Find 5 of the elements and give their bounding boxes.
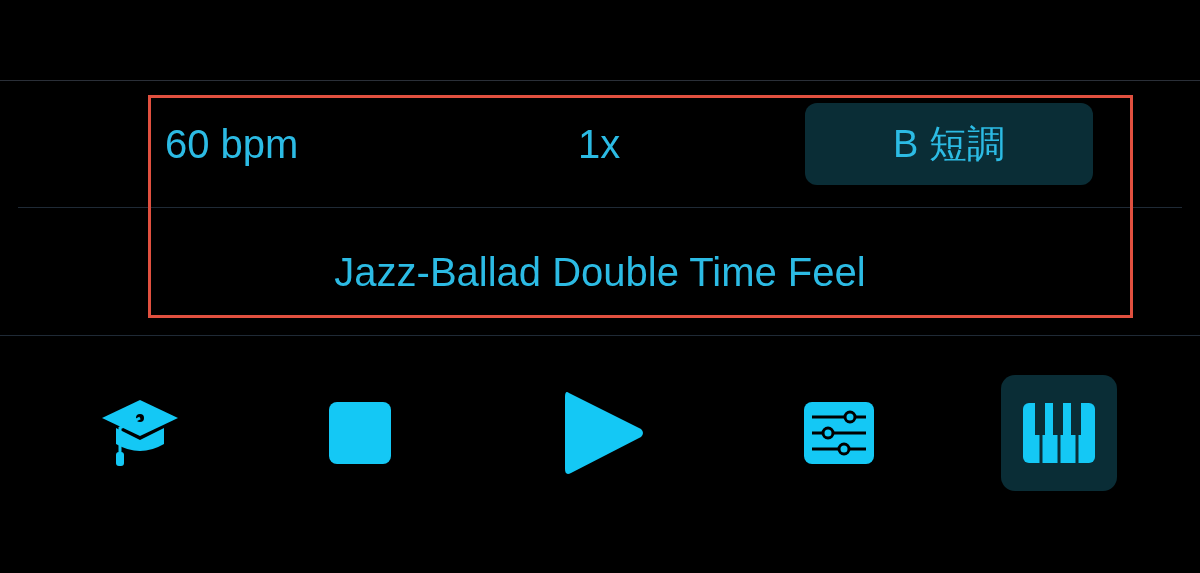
piano-keys-icon[interactable] (1001, 375, 1117, 491)
key-button[interactable]: B 短調 (805, 103, 1093, 185)
style-name: Jazz-Ballad Double Time Feel (334, 251, 866, 292)
tempo-label: 60 bpm (165, 124, 300, 164)
speed-label: 1x (578, 124, 622, 164)
